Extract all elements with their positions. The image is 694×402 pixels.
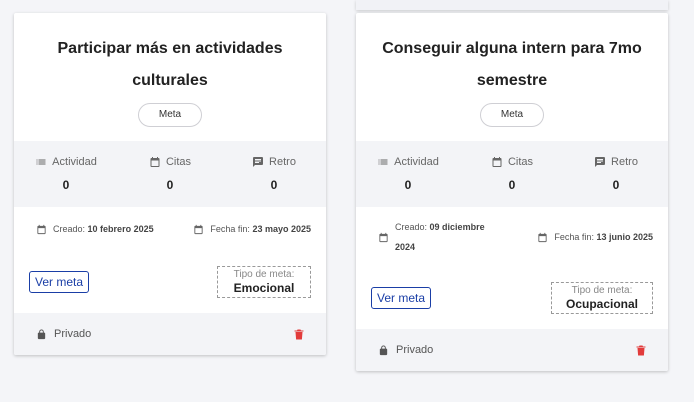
list-icon [36, 159, 46, 165]
goal-type-value: Emocional [233, 281, 295, 295]
view-goal-button[interactable]: Ver meta [29, 271, 90, 293]
privacy-status: Privado [378, 344, 433, 356]
goal-type-label: Tipo de meta: [233, 269, 295, 280]
stats-panel: Actividad 0 Citas 0 Retro 0 [14, 141, 326, 207]
lock-icon [379, 344, 388, 355]
goal-type-box: Tipo de meta: Emocional [217, 266, 311, 298]
stat-value: 0 [62, 178, 70, 192]
comment-icon [595, 157, 606, 167]
calendar-icon [492, 157, 502, 167]
calendar-icon [379, 232, 388, 242]
end-value: 23 mayo 2025 [252, 224, 311, 234]
list-icon [378, 159, 388, 165]
stat-activity: Actividad 0 [14, 156, 118, 192]
stat-citas: Citas 0 [460, 156, 564, 192]
stat-retro: Retro 0 [222, 156, 326, 192]
calendar-icon [538, 232, 548, 242]
created-value: 10 febrero 2025 [87, 224, 154, 234]
privacy-label: Privado [54, 328, 92, 340]
stat-label: Actividad [394, 156, 439, 168]
calendar-icon [150, 157, 160, 167]
end-label: Fecha fin: [554, 232, 594, 242]
created-date: Creado: 10 febrero 2025 [36, 224, 154, 235]
calendar-icon [37, 224, 46, 234]
action-row: Ver meta Tipo de meta: Ocupacional [356, 267, 668, 329]
end-label: Fecha fin: [210, 224, 250, 234]
stat-label: Citas [165, 156, 192, 168]
stat-label: Actividad [52, 156, 97, 168]
goal-title: Participar más en actividades culturales [57, 40, 283, 89]
card-footer: Privado [14, 313, 326, 355]
stats-panel: Actividad 0 Citas 0 Retro 0 [356, 141, 668, 207]
goal-type-label: Tipo de meta: [571, 285, 633, 296]
stat-value: 0 [404, 178, 412, 192]
stat-value: 0 [612, 178, 620, 192]
previous-card-edge [356, 0, 668, 10]
stat-label: Retro [611, 156, 638, 168]
delete-icon[interactable] [636, 345, 646, 356]
end-date: Fecha fin: 13 junio 2025 [537, 232, 653, 243]
goal-type-box: Tipo de meta: Ocupacional [551, 282, 653, 314]
goal-card: Conseguir alguna intern para 7mo semestr… [356, 13, 668, 371]
meta-chip: Meta [479, 103, 545, 127]
action-row: Ver meta Tipo de meta: Emocional [14, 251, 326, 313]
stat-retro: Retro 0 [564, 156, 668, 192]
created-label: Creado: [53, 224, 86, 234]
end-value: 13 junio 2025 [596, 232, 653, 242]
card-footer: Privado [356, 329, 668, 371]
stat-value: 0 [508, 178, 516, 192]
lock-icon [37, 328, 46, 339]
created-label: Creado: [395, 222, 428, 232]
stat-label: Retro [269, 156, 296, 168]
privacy-label: Privado [396, 344, 434, 356]
dates-row: Creado: 09 diciembre 2024 Fecha fin: 13 … [356, 207, 668, 267]
privacy-status: Privado [36, 328, 91, 340]
dates-row: Creado: 10 febrero 2025 Fecha fin: 23 ma… [14, 207, 326, 251]
stat-value: 0 [166, 178, 174, 192]
card-header: Participar más en actividades culturales… [14, 13, 326, 141]
card-header: Conseguir alguna intern para 7mo semestr… [356, 13, 668, 141]
stat-citas: Citas 0 [118, 156, 222, 192]
goal-type-value: Ocupacional [565, 297, 639, 311]
stat-activity: Actividad 0 [356, 156, 460, 192]
stat-label: Citas [507, 156, 534, 168]
view-goal-button[interactable]: Ver meta [371, 287, 432, 309]
created-date: Creado: 09 diciembre 2024 [378, 217, 505, 257]
meta-chip: Meta [137, 103, 203, 127]
calendar-icon [194, 224, 204, 234]
delete-icon[interactable] [294, 329, 304, 340]
goal-card: Participar más en actividades culturales… [14, 13, 326, 355]
goal-title: Conseguir alguna intern para 7mo semestr… [382, 40, 642, 89]
end-date: Fecha fin: 23 mayo 2025 [193, 224, 311, 235]
stat-value: 0 [270, 178, 278, 192]
comment-icon [253, 157, 264, 167]
